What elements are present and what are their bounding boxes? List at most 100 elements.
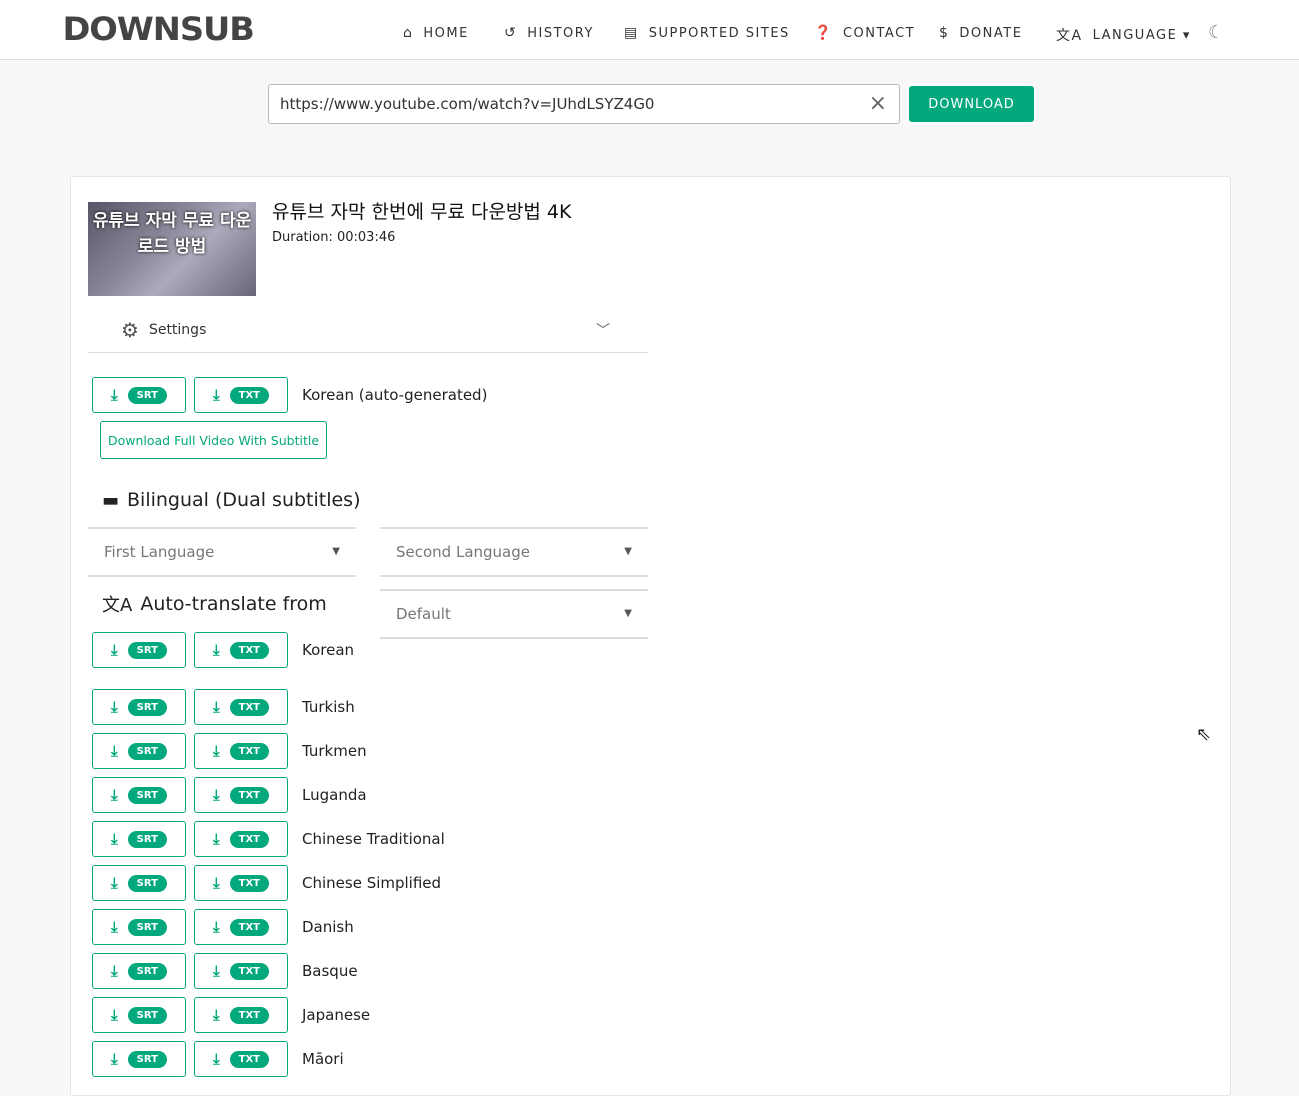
download-button[interactable]: DOWNLOAD: [909, 86, 1034, 122]
language-label: Luganda: [302, 786, 367, 804]
download-icon: ⤓: [111, 786, 118, 804]
nav-list[interactable]: ▤ SUPPORTED SITES: [624, 25, 790, 41]
txt-badge: TXT: [229, 786, 269, 804]
download-txt-button[interactable]: ⤓ TXT: [194, 632, 288, 668]
video-title: 유튜브 자막 한번에 무료 다운방법 4K: [272, 201, 572, 223]
download-icon: ⤓: [213, 830, 220, 848]
download-srt-button[interactable]: ⤓ SRT: [92, 909, 186, 945]
first-language-select[interactable]: First Language ▼: [88, 527, 356, 577]
video-duration: Duration: 00:03:46: [272, 230, 396, 245]
download-txt-button[interactable]: ⤓ TXT: [194, 733, 288, 769]
subtitle-row: ⤓ SRT ⤓ TXT Korean (auto-generated): [92, 377, 487, 413]
download-txt-button[interactable]: ⤓ TXT: [194, 997, 288, 1033]
home-icon: ⌂: [403, 25, 414, 41]
nav-label: CONTACT: [842, 25, 916, 41]
subtitle-row: ⤓ SRT ⤓ TXT Māori: [92, 1041, 344, 1077]
download-srt-button[interactable]: ⤓ SRT: [92, 733, 186, 769]
language-label: Korean (auto-generated): [302, 386, 488, 404]
caret-down-icon: ▼: [332, 546, 340, 557]
language-label: Chinese Traditional: [302, 830, 445, 848]
url-value: https://www.youtube.com/watch?v=JUhdLSYZ…: [280, 95, 655, 113]
download-icon: ⤓: [213, 698, 220, 716]
download-txt-button[interactable]: ⤓ TXT: [194, 865, 288, 901]
srt-badge: SRT: [127, 786, 167, 804]
language-label: Chinese Simplified: [302, 874, 442, 892]
download-icon: ⤓: [111, 742, 118, 760]
txt-badge: TXT: [229, 1050, 269, 1068]
srt-badge: SRT: [127, 1006, 167, 1024]
download-txt-button[interactable]: ⤓ TXT: [194, 1041, 288, 1077]
download-srt-button[interactable]: ⤓ SRT: [92, 1041, 186, 1077]
download-icon: ⤓: [111, 1050, 118, 1068]
language-label: Danish: [302, 918, 354, 936]
txt-badge: TXT: [229, 962, 269, 980]
theme-toggle-icon[interactable]: ☾: [1208, 22, 1224, 43]
txt-badge: TXT: [229, 641, 269, 659]
chevron-down-icon: ﹀: [596, 322, 610, 339]
translate-icon: 文A: [1056, 28, 1083, 44]
subtitle-row: ⤓ SRT ⤓ TXT Danish: [92, 909, 354, 945]
download-srt-button[interactable]: ⤓ SRT: [92, 997, 186, 1033]
history-icon: ↺: [504, 25, 518, 41]
download-icon: ⤓: [111, 386, 118, 404]
video-thumbnail: 유튜브 자막 무료 다운로드 방법: [88, 202, 256, 296]
nav-translate[interactable]: 文A LANGUAGE ▾: [1056, 25, 1191, 45]
download-icon: ⤓: [111, 830, 118, 848]
txt-badge: TXT: [229, 698, 269, 716]
nav-dollar[interactable]: $ DONATE: [939, 25, 1022, 41]
download-icon: ⤓: [213, 786, 220, 804]
download-txt-button[interactable]: ⤓ TXT: [194, 777, 288, 813]
srt-badge: SRT: [127, 918, 167, 936]
subtitle-row: ⤓ SRT ⤓ TXT Turkish: [92, 689, 355, 725]
nav-label: HOME: [423, 25, 469, 41]
download-srt-button[interactable]: ⤓ SRT: [92, 632, 186, 668]
srt-badge: SRT: [127, 830, 167, 848]
second-language-placeholder: Second Language: [396, 543, 530, 561]
srt-badge: SRT: [127, 874, 167, 892]
result-card: 유튜브 자막 무료 다운로드 방법 유튜브 자막 한번에 무료 다운방법 4K …: [70, 176, 1231, 1096]
download-icon: ⤓: [213, 1050, 220, 1068]
nav-history[interactable]: ↺ HISTORY: [504, 25, 594, 41]
auto-translate-heading-text: Auto-translate from: [140, 593, 327, 615]
second-language-select[interactable]: Second Language ▼: [380, 527, 648, 577]
download-txt-button[interactable]: ⤓ TXT: [194, 377, 288, 413]
nav-home[interactable]: ⌂ HOME: [403, 25, 469, 41]
srt-badge: SRT: [127, 386, 167, 404]
logo[interactable]: DOWNSUB: [62, 10, 254, 48]
default-select[interactable]: Default ▼: [380, 589, 648, 639]
list-icon: ▤: [624, 25, 639, 41]
clear-icon[interactable]: ×: [869, 91, 887, 116]
subtitle-row: ⤓ SRT ⤓ TXT Chinese Traditional: [92, 821, 445, 857]
settings-toggle[interactable]: ⚙ Settings ﹀: [88, 307, 648, 353]
bilingual-heading: ▬ Bilingual (Dual subtitles): [102, 489, 361, 511]
first-language-placeholder: First Language: [104, 543, 215, 561]
nav-label: SUPPORTED SITES: [648, 25, 790, 41]
download-icon: ⤓: [213, 874, 220, 892]
settings-label: Settings: [148, 321, 207, 338]
download-full-video-button[interactable]: Download Full Video With Subtitle: [100, 421, 327, 459]
txt-badge: TXT: [229, 1006, 269, 1024]
download-srt-button[interactable]: ⤓ SRT: [92, 865, 186, 901]
mouse-cursor-icon: ⇖: [1196, 724, 1212, 745]
download-srt-button[interactable]: ⤓ SRT: [92, 821, 186, 857]
txt-badge: TXT: [229, 386, 269, 404]
header: DOWNSUB ⌂ HOME ↺ HISTORY ▤ SUPPORTED SITES ❓ CO…: [0, 0, 1299, 60]
language-label: Korean: [302, 641, 355, 659]
download-txt-button[interactable]: ⤓ TXT: [194, 689, 288, 725]
download-icon: ⤓: [111, 874, 118, 892]
download-txt-button[interactable]: ⤓ TXT: [194, 909, 288, 945]
download-icon: ⤓: [111, 641, 118, 659]
download-srt-button[interactable]: ⤓ SRT: [92, 777, 186, 813]
srt-badge: SRT: [127, 742, 167, 760]
url-input[interactable]: https://www.youtube.com/watch?v=JUhdLSYZ…: [268, 84, 900, 124]
caret-down-icon: ▼: [624, 608, 632, 619]
subtitle-row: ⤓ SRT ⤓ TXT Basque: [92, 953, 358, 989]
nav-question[interactable]: ❓ CONTACT: [814, 25, 915, 41]
download-txt-button[interactable]: ⤓ TXT: [194, 953, 288, 989]
download-srt-button[interactable]: ⤓ SRT: [92, 377, 186, 413]
download-srt-button[interactable]: ⤓ SRT: [92, 689, 186, 725]
download-txt-button[interactable]: ⤓ TXT: [194, 821, 288, 857]
srt-badge: SRT: [127, 962, 167, 980]
download-srt-button[interactable]: ⤓ SRT: [92, 953, 186, 989]
download-icon: ⤓: [111, 918, 118, 936]
